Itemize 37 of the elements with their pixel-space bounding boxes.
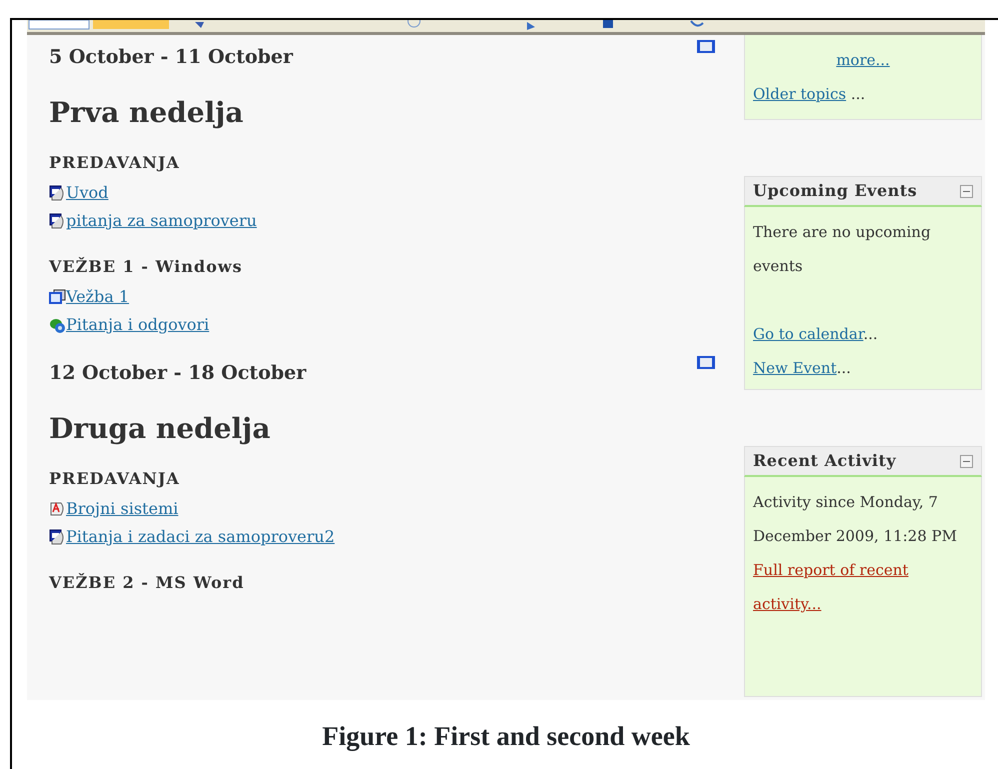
ellipsis-text: ... <box>863 325 878 343</box>
document-icon <box>49 529 66 545</box>
document-icon <box>49 501 66 517</box>
more-link[interactable]: more... <box>836 51 890 69</box>
collapse-square-icon[interactable] <box>696 39 716 54</box>
week-dates: 12 October - 18 October <box>49 361 306 386</box>
week-dates: 5 October - 11 October <box>49 45 293 70</box>
section-heading: PREDAVANJA <box>49 468 181 490</box>
resource-link[interactable]: pitanja za samoproveru <box>66 209 257 233</box>
no-events-text: There are no upcoming events <box>753 222 932 277</box>
document-icon <box>49 213 66 229</box>
window-icon <box>49 289 66 305</box>
week-title: Prva nedelja <box>49 95 244 131</box>
figure-caption: Figure 1: First and second week <box>321 720 691 753</box>
document-icon <box>49 185 66 201</box>
calendar-link[interactable]: Go to calendar <box>753 325 864 343</box>
section-heading: VEŽBE 2 - MS Word <box>49 572 246 594</box>
resource-link[interactable]: Vežba 1 <box>66 285 130 309</box>
chat-bubbles-icon <box>49 317 66 333</box>
week-title: Druga nedelja <box>49 411 272 447</box>
ellipsis-text: ... <box>850 85 866 103</box>
resource-link[interactable]: Brojni sistemi <box>66 497 178 521</box>
block-title: Upcoming Events <box>753 180 918 202</box>
resource-link[interactable]: Pitanja i zadaci za samoproveru2 <box>66 525 335 549</box>
section-heading: PREDAVANJA <box>49 152 181 174</box>
collapse-square-icon[interactable] <box>696 355 716 370</box>
full-report-link[interactable]: Full report of recent activity... <box>753 553 973 621</box>
older-topics-link[interactable]: Older topics <box>753 85 846 103</box>
resource-link[interactable]: Pitanja i odgovori <box>66 313 210 337</box>
activity-since-text: Activity since Monday, 7 December 2009, 11:28 PM <box>753 492 958 547</box>
resource-link[interactable]: Uvod <box>66 181 108 205</box>
calendar-link[interactable]: New Event <box>753 359 837 377</box>
collapse-icon[interactable] <box>960 184 973 198</box>
ellipsis-text: ... <box>836 359 851 377</box>
section-heading: VEŽBE 1 - Windows <box>49 256 244 278</box>
block-title: Recent Activity <box>753 450 896 472</box>
collapse-icon[interactable] <box>960 454 973 468</box>
